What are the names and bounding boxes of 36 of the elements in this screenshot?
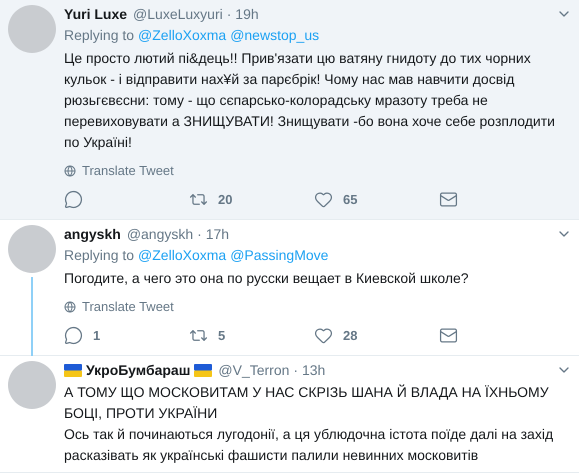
tweet-text: Ось так й починаються лугодонії, а ця ублюдочна істота поїде далі на захід расказівать як українські фашисти палили невинних московитів — [64, 425, 554, 465]
message-icon[interactable] — [439, 326, 458, 345]
message-icon[interactable] — [439, 190, 458, 209]
mention-link[interactable]: @ZelloXoxma — [138, 25, 226, 45]
action-count: 5 — [218, 326, 226, 344]
user-name[interactable]: Yuri Luxe — [64, 4, 128, 24]
like-icon[interactable] — [314, 326, 333, 345]
replying-label: Replying to — [64, 26, 134, 45]
reply-icon[interactable] — [64, 326, 83, 345]
reply-icon[interactable] — [64, 190, 83, 209]
flag-icon — [64, 364, 82, 376]
user-handle[interactable]: @LuxeLuxyuri — [133, 4, 223, 24]
mention-link[interactable]: @newstop_us — [230, 25, 320, 45]
action-count: 20 — [218, 190, 232, 208]
flag-icon — [194, 364, 212, 376]
user-handle[interactable]: @V_Terron — [218, 360, 290, 380]
globe-icon — [64, 164, 76, 177]
action-count: 28 — [343, 326, 358, 344]
tweet-time[interactable]: · 19h — [226, 4, 259, 24]
user-name[interactable]: УкроБумбараш — [86, 360, 190, 380]
mention-link[interactable]: @PassingMove — [230, 245, 328, 265]
tweet-text: Це просто лютий пі&дець!! Прив'язати цю ватяну гнидоту до тих чорних кульок - і відправити нах¥й за парєбрік! Чому нас мав навчити досвід рюзьгєвєсни: тому - що сєпарсько-колорадську мразоту треба не перевиховувати а ЗНИЩУВАТИ! Знищувати -бо вона хоче себе розплодити по Україні! — [64, 49, 556, 152]
replying-label: Replying to — [64, 246, 134, 265]
action-count: 1 — [93, 326, 100, 344]
translate-link[interactable]: Translate Tweet — [82, 297, 174, 316]
translate-link[interactable]: Translate Tweet — [82, 161, 174, 180]
tweet-time[interactable]: · 17h — [197, 224, 230, 244]
tweet-text: Погодите, а чего это она по русски вещает в Киевской школе? — [64, 269, 470, 288]
like-icon[interactable] — [314, 190, 333, 209]
tweet-time[interactable]: · 13h — [293, 360, 326, 380]
user-handle[interactable]: @angyskh — [126, 224, 194, 244]
user-name[interactable]: angyskh — [64, 224, 121, 244]
action-count: 65 — [343, 190, 358, 208]
globe-icon — [64, 300, 76, 313]
mention-link[interactable]: @ZelloXoxma — [138, 245, 226, 265]
tweet-text: А ТОМУ ЩО МОСКОВИТАМ У НАС СКРІЗЬ ШАНА Й ВЛАДА НА ЇХНЬОМУ БОЦІ, ПРОТИ УКРАЇНИ — [64, 383, 550, 423]
